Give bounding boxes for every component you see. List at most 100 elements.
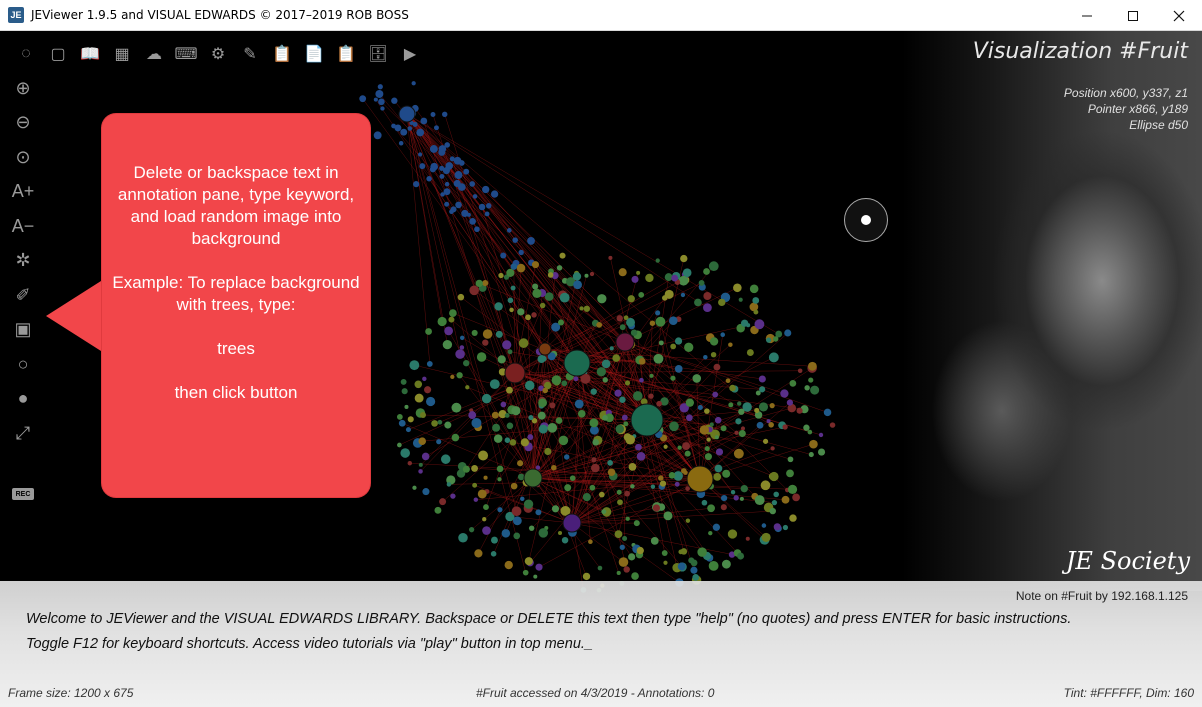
graph-node[interactable]: [703, 291, 712, 300]
graph-node[interactable]: [456, 372, 463, 379]
graph-node[interactable]: [682, 268, 692, 278]
graph-node[interactable]: [697, 404, 703, 411]
graph-node[interactable]: [535, 465, 541, 470]
graph-node[interactable]: [628, 463, 637, 471]
graph-node[interactable]: [509, 307, 514, 313]
graph-node[interactable]: [517, 308, 525, 316]
graph-node[interactable]: [722, 469, 731, 478]
graph-node[interactable]: [405, 427, 411, 433]
graph-node[interactable]: [559, 252, 566, 259]
graph-node[interactable]: [650, 536, 659, 545]
minimize-button[interactable]: [1064, 0, 1110, 31]
zoom-out-icon[interactable]: ⊖: [8, 106, 38, 141]
graph-node[interactable]: [622, 536, 628, 542]
graph-node[interactable]: [786, 399, 793, 406]
graph-node[interactable]: [547, 272, 554, 278]
graph-node[interactable]: [761, 532, 771, 542]
graph-node[interactable]: [655, 310, 661, 316]
graph-node[interactable]: [398, 419, 406, 427]
graph-node[interactable]: [391, 97, 398, 104]
graph-node[interactable]: [501, 529, 511, 538]
graph-node[interactable]: [670, 343, 677, 350]
graph-node[interactable]: [412, 485, 417, 490]
graph-node[interactable]: [400, 448, 410, 458]
graph-hub-node[interactable]: [630, 403, 664, 437]
graph-node[interactable]: [664, 289, 674, 299]
graph-node[interactable]: [557, 319, 565, 326]
graph-node[interactable]: [768, 352, 779, 363]
graph-node[interactable]: [512, 237, 518, 243]
graph-node[interactable]: [678, 275, 689, 286]
graph-node[interactable]: [453, 156, 462, 165]
graph-node[interactable]: [463, 359, 470, 367]
pen-icon[interactable]: ✎: [234, 41, 266, 67]
graph-node[interactable]: [558, 435, 569, 446]
visualization-canvas[interactable]: Visualization #Fruit Position x600, y337…: [0, 31, 1202, 707]
graph-node[interactable]: [632, 391, 643, 401]
graph-node[interactable]: [601, 359, 611, 369]
graph-node[interactable]: [482, 280, 489, 287]
graph-node[interactable]: [619, 324, 626, 331]
graph-node[interactable]: [527, 434, 534, 440]
graph-node[interactable]: [797, 368, 803, 374]
graph-node[interactable]: [715, 448, 724, 456]
graph-node[interactable]: [602, 377, 608, 383]
graph-node[interactable]: [707, 504, 715, 513]
graph-node[interactable]: [490, 551, 497, 557]
graph-node[interactable]: [590, 388, 597, 395]
graph-node[interactable]: [400, 128, 408, 136]
graph-node[interactable]: [685, 518, 691, 523]
circle-filled-icon[interactable]: ●: [8, 382, 38, 417]
play-icon[interactable]: ▶: [394, 41, 426, 67]
graph-node[interactable]: [796, 407, 803, 414]
graph-node[interactable]: [438, 148, 446, 156]
graph-node[interactable]: [422, 488, 430, 496]
graph-node[interactable]: [636, 451, 646, 461]
graph-node[interactable]: [616, 315, 623, 322]
graph-node[interactable]: [444, 201, 450, 207]
graph-node[interactable]: [704, 453, 712, 461]
graph-node[interactable]: [462, 465, 470, 473]
graph-node[interactable]: [752, 297, 760, 304]
graph-node[interactable]: [669, 316, 678, 326]
graph-node[interactable]: [516, 263, 526, 273]
graph-node[interactable]: [574, 399, 584, 409]
graph-node[interactable]: [597, 565, 603, 571]
graph-node[interactable]: [739, 496, 744, 501]
graph-node[interactable]: [621, 414, 628, 421]
graph-node[interactable]: [549, 402, 556, 409]
graph-node[interactable]: [489, 379, 500, 390]
graph-node[interactable]: [561, 536, 569, 544]
graph-node[interactable]: [496, 465, 504, 473]
graph-node[interactable]: [782, 424, 788, 430]
graph-node[interactable]: [539, 302, 546, 309]
graph-node[interactable]: [444, 181, 450, 187]
graph-node[interactable]: [614, 389, 622, 397]
graph-node[interactable]: [442, 111, 448, 118]
graph-node[interactable]: [725, 378, 731, 384]
graph-node[interactable]: [517, 460, 524, 467]
graph-node[interactable]: [728, 342, 733, 347]
graph-node[interactable]: [721, 559, 731, 569]
graph-node[interactable]: [400, 378, 407, 385]
graph-node[interactable]: [463, 168, 470, 175]
graph-node[interactable]: [677, 445, 682, 450]
graph-node[interactable]: [551, 375, 562, 385]
graph-node[interactable]: [525, 314, 531, 321]
graph-node[interactable]: [792, 493, 800, 502]
graph-node[interactable]: [572, 272, 582, 281]
graph-node[interactable]: [619, 544, 625, 550]
graph-node[interactable]: [674, 365, 683, 373]
graph-node[interactable]: [475, 279, 483, 288]
graph-node[interactable]: [709, 422, 714, 427]
graph-node[interactable]: [511, 506, 522, 517]
graph-node[interactable]: [378, 98, 385, 106]
graph-node[interactable]: [703, 354, 708, 360]
graph-node[interactable]: [551, 464, 557, 471]
graph-node[interactable]: [628, 553, 636, 561]
maximize-button[interactable]: [1110, 0, 1156, 31]
graph-node[interactable]: [817, 448, 826, 456]
graph-node[interactable]: [407, 461, 413, 466]
graph-node[interactable]: [661, 550, 668, 556]
graph-node[interactable]: [483, 475, 488, 480]
